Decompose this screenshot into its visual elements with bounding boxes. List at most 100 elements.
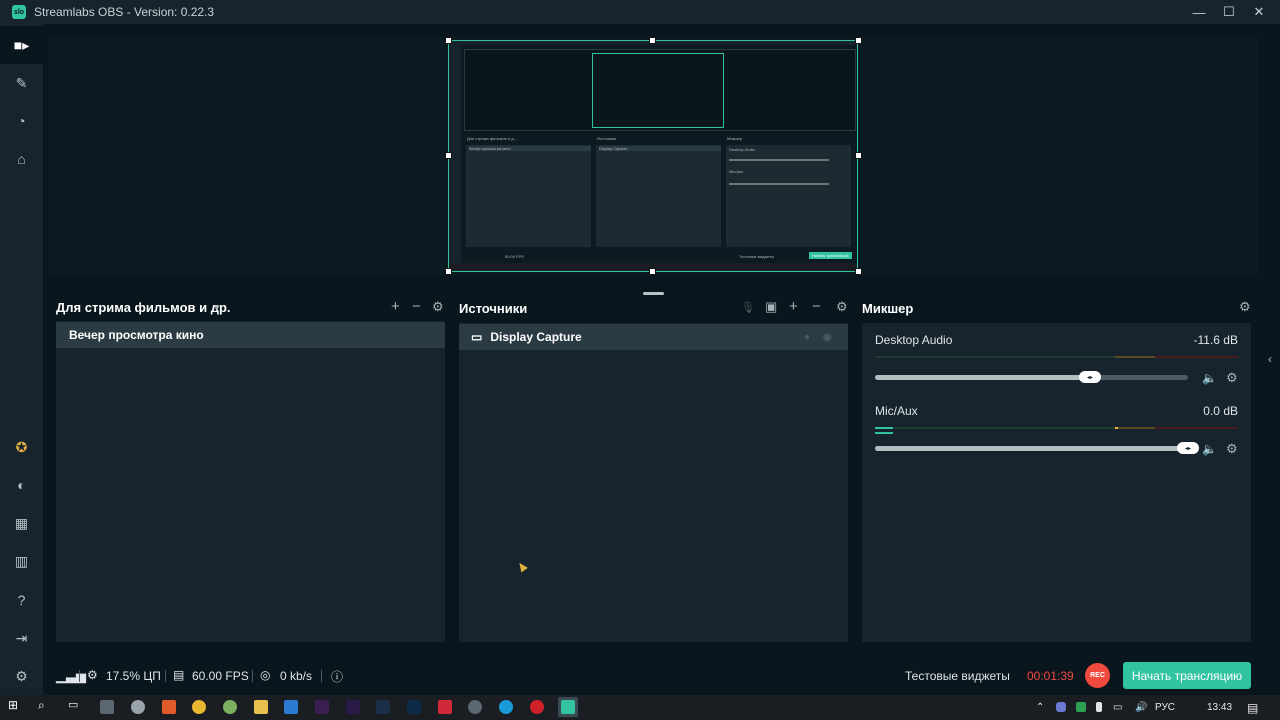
nav-dashboard-icon[interactable]: ◔ — [0, 102, 43, 140]
scene-settings-icon[interactable]: ⚙ — [432, 300, 444, 314]
resize-handle-l[interactable] — [445, 152, 452, 159]
taskbar-app-icon[interactable] — [100, 700, 114, 714]
remove-source-button[interactable]: − — [812, 299, 821, 314]
taskbar-app-icon[interactable] — [131, 700, 145, 714]
mic-aux-volume-knob[interactable]: ◂▸ — [1177, 442, 1199, 454]
sources-title: Источники — [459, 301, 528, 316]
chrome-icon[interactable] — [192, 700, 206, 714]
performance-chart-icon[interactable]: ▁▃▅ — [56, 668, 86, 684]
close-button[interactable]: ✕ — [1244, 0, 1274, 24]
nav-themes-icon[interactable]: ✎ — [0, 64, 43, 102]
bitrate-value: 0 kb/s — [280, 669, 313, 683]
add-scene-button[interactable]: + — [391, 299, 400, 314]
taskbar-app-icon[interactable] — [223, 700, 237, 714]
visibility-icon[interactable]: ◉ — [823, 332, 832, 343]
scene-collection-dropdown-icon[interactable]: ▾ — [214, 301, 220, 315]
network-tray-icon[interactable]: ▭ — [1113, 702, 1122, 713]
mic-aux-db: 0.0 dB — [1203, 404, 1238, 418]
add-source-button[interactable]: + — [789, 299, 798, 314]
bitrate-icon: ◎ — [260, 668, 271, 682]
recording-timer: 00:01:39 — [1027, 669, 1074, 683]
record-button[interactable]: REC — [1085, 663, 1110, 688]
resize-handle-br[interactable] — [855, 268, 862, 275]
source-item[interactable]: ▭ Display Capture ● ◉ — [459, 324, 848, 350]
nav-settings-icon[interactable]: ⚙ — [0, 657, 43, 695]
mini-scenes-panel — [466, 145, 591, 247]
left-navigation: ■▸ ✎ ◔ ⌂ ✪ ◐ ▦ ▥ ? ⇥ ⚙ — [0, 24, 43, 695]
source-settings-icon[interactable]: ⚙ — [836, 300, 848, 314]
resize-handle-tl[interactable] — [445, 37, 452, 44]
mini-nested-capture — [592, 53, 724, 128]
discord-tray-icon[interactable] — [1056, 702, 1066, 712]
add-folder-icon[interactable]: ▣ — [765, 300, 777, 314]
desktop-audio-volume-knob[interactable]: ◂▸ — [1079, 371, 1101, 383]
resize-handle-r[interactable] — [855, 152, 862, 159]
mixer-settings-icon[interactable]: ⚙ — [1239, 300, 1251, 314]
source-item-label: Display Capture — [490, 330, 582, 344]
adobe-ae-icon[interactable] — [315, 700, 329, 714]
skype-icon[interactable] — [499, 700, 513, 714]
fps-icon: ▤ — [173, 668, 185, 682]
maximize-button[interactable]: ☐ — [1214, 0, 1244, 24]
notifications-icon[interactable]: ▤ — [1247, 701, 1258, 715]
obs-icon[interactable] — [468, 700, 482, 714]
desktop-audio-settings-icon[interactable]: ⚙ — [1226, 371, 1238, 385]
mini-mic: Mic/Aux — [729, 169, 744, 174]
nav-layout-icon[interactable]: ▦ — [0, 504, 43, 542]
volume-tray-icon[interactable]: 🔊 — [1135, 702, 1147, 713]
nav-login-icon[interactable]: ⇥ — [0, 619, 43, 657]
mini-source-item: Display Capture — [599, 146, 721, 151]
adobe-lr-icon[interactable] — [376, 700, 390, 714]
cpu-usage: 17.5% ЦП — [106, 669, 161, 683]
nav-prime-icon[interactable]: ✪ — [0, 428, 43, 466]
mail-icon[interactable] — [284, 700, 298, 714]
taskbar-app-icon[interactable] — [162, 700, 176, 714]
resize-handle-tr[interactable] — [855, 37, 862, 44]
mini-golive: Начать трансляцию — [809, 252, 852, 259]
mic-aux-meter — [875, 427, 1115, 429]
search-icon[interactable]: ⌕ — [38, 698, 52, 712]
mic-icon[interactable]: 🎙 — [741, 301, 755, 315]
desktop-audio-meter — [875, 356, 1115, 358]
mini-sources-panel — [596, 145, 721, 247]
nav-alertbox-icon[interactable]: ◐ — [0, 466, 43, 504]
resize-handle-b[interactable] — [649, 268, 656, 275]
mic-aux-label: Mic/Aux — [875, 404, 918, 418]
scene-item[interactable]: Вечер просмотра кино — [56, 322, 445, 348]
mic-aux-speaker-icon[interactable]: 🔈 — [1202, 442, 1217, 456]
nav-editor-icon[interactable]: ■▸ — [0, 26, 43, 64]
remove-scene-button[interactable]: − — [412, 299, 421, 314]
usb-tray-icon[interactable] — [1096, 702, 1102, 712]
adobe-pr-icon[interactable] — [346, 700, 360, 714]
mic-aux-settings-icon[interactable]: ⚙ — [1226, 442, 1238, 456]
clock[interactable]: 13:43 — [1207, 702, 1232, 713]
go-live-button[interactable]: Начать трансляцию — [1123, 662, 1251, 689]
nav-studio-mode-icon[interactable]: ▥ — [0, 542, 43, 580]
app-logo-icon: slo — [12, 5, 26, 19]
mini-widgets: Тестовые виджеты — [739, 254, 774, 259]
lock-icon[interactable]: ● — [804, 332, 810, 343]
language-indicator[interactable]: РУС — [1155, 702, 1175, 713]
sources-panel — [459, 323, 848, 642]
resize-handle-bl[interactable] — [445, 268, 452, 275]
desktop-audio-speaker-icon[interactable]: 🔈 — [1202, 371, 1217, 385]
opera-icon[interactable] — [530, 700, 544, 714]
tray-chevron-icon[interactable]: ⌃ — [1036, 702, 1044, 713]
resize-handle-t[interactable] — [649, 37, 656, 44]
info-icon[interactable]: ⓘ — [331, 668, 343, 685]
collapse-chevron-icon[interactable]: ‹ — [1268, 352, 1272, 366]
fps-value: 60.00 FPS — [192, 669, 249, 683]
panel-resize-handle[interactable] — [643, 292, 664, 295]
adobe-ps-icon[interactable] — [407, 700, 421, 714]
task-view-icon[interactable]: ▭ — [68, 698, 82, 712]
nav-help-icon[interactable]: ? — [0, 581, 43, 619]
minimize-button[interactable]: — — [1184, 0, 1214, 24]
scenes-title[interactable]: Для стрима фильмов и др. — [56, 300, 231, 315]
file-explorer-icon[interactable] — [254, 700, 268, 714]
defender-tray-icon[interactable] — [1076, 702, 1086, 712]
taskbar-app-icon[interactable] — [438, 700, 452, 714]
windows-start-icon[interactable]: ⊞ — [8, 698, 22, 712]
display-capture-preview[interactable]: Для стрима фильмов и д... Источники Микш… — [448, 40, 858, 272]
test-widgets-button[interactable]: Тестовые виджеты — [905, 669, 1010, 683]
nav-store-icon[interactable]: ⌂ — [0, 140, 43, 178]
